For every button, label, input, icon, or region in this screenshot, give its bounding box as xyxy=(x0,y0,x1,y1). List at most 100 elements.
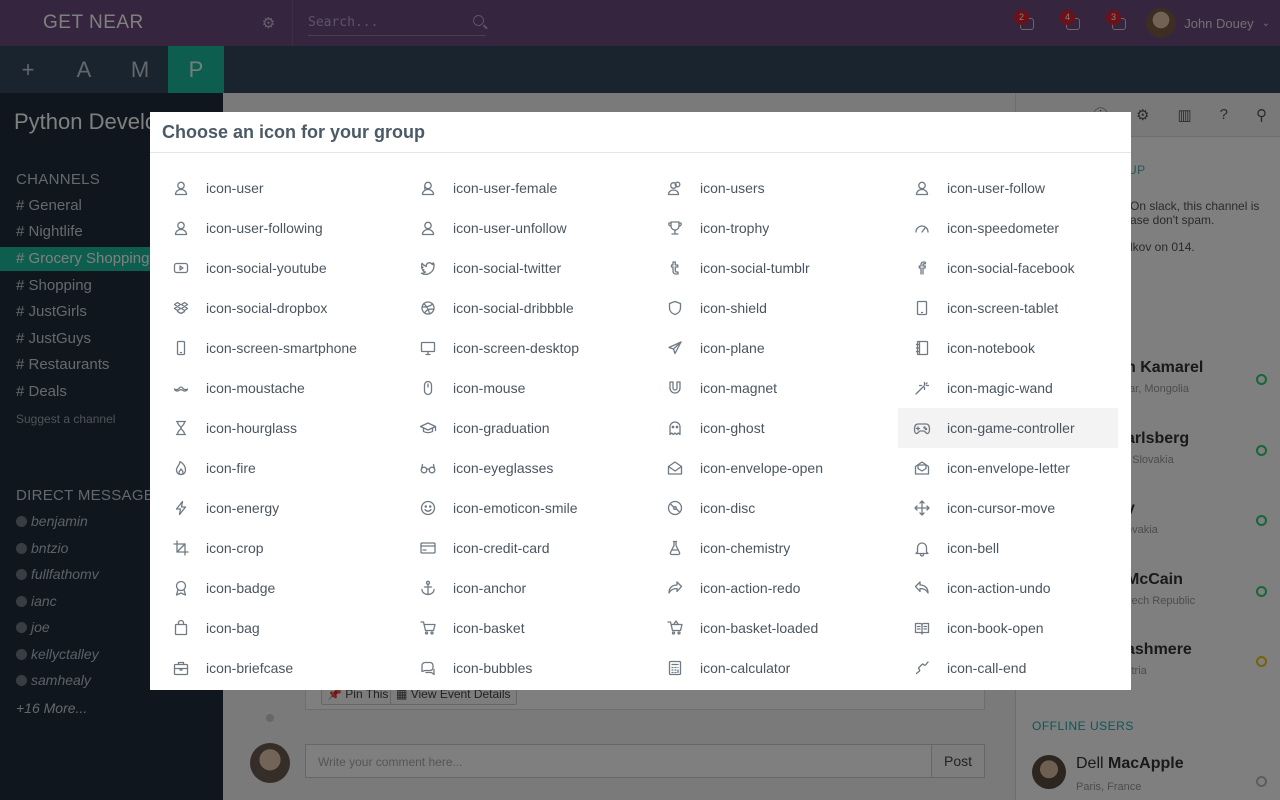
notebook-icon xyxy=(915,340,929,356)
icon-option-action-undo[interactable]: icon-action-undo xyxy=(911,568,1118,608)
icon-option-social-youtube[interactable]: icon-social-youtube xyxy=(170,248,417,288)
user-icon xyxy=(174,181,188,196)
icon-option-users[interactable]: icon-users xyxy=(664,168,911,208)
moustache-icon xyxy=(173,386,189,392)
icon-option-bubbles[interactable]: icon-bubbles xyxy=(417,648,664,688)
badge-icon xyxy=(175,580,187,596)
icon-option-badge[interactable]: icon-badge xyxy=(170,568,417,608)
ghost-icon xyxy=(669,421,681,436)
social-tumblr-icon xyxy=(670,261,679,275)
icon-option-social-facebook[interactable]: icon-social-facebook xyxy=(911,248,1118,288)
icon-option-screen-smartphone[interactable]: icon-screen-smartphone xyxy=(170,328,417,368)
disc-icon xyxy=(667,500,683,516)
icon-option-social-twitter[interactable]: icon-social-twitter xyxy=(417,248,664,288)
icon-option-user-following[interactable]: icon-user-following xyxy=(170,208,417,248)
icon-option-user-unfollow[interactable]: icon-user-unfollow xyxy=(417,208,664,248)
icon-option-call-end[interactable]: icon-call-end xyxy=(911,648,1118,688)
screen-desktop-icon xyxy=(420,341,436,356)
icon-option-social-dribbble[interactable]: icon-social-dribbble xyxy=(417,288,664,328)
users-icon xyxy=(667,181,681,196)
icon-option-magic-wand[interactable]: icon-magic-wand xyxy=(911,368,1118,408)
icon-option-calculator[interactable]: icon-calculator xyxy=(664,648,911,688)
icon-option-social-tumblr[interactable]: icon-social-tumblr xyxy=(664,248,911,288)
icon-option-bell[interactable]: icon-bell xyxy=(911,528,1118,568)
icon-option-shield[interactable]: icon-shield xyxy=(664,288,911,328)
energy-icon xyxy=(175,500,187,516)
cursor-move-icon xyxy=(914,500,930,516)
icon-option-user-follow[interactable]: icon-user-follow xyxy=(911,168,1118,208)
icon-option-label: icon-envelope-open xyxy=(700,460,823,476)
icon-option-label: icon-basket xyxy=(453,620,525,636)
icon-option-mouse[interactable]: icon-mouse xyxy=(417,368,664,408)
icon-option-ghost[interactable]: icon-ghost xyxy=(664,408,911,448)
icon-option-bag[interactable]: icon-bag xyxy=(170,608,417,648)
icon-option-moustache[interactable]: icon-moustache xyxy=(170,368,417,408)
icon-option-label: icon-trophy xyxy=(700,220,770,236)
icon-option-label: icon-action-redo xyxy=(700,580,801,596)
emoticon-smile-icon xyxy=(420,500,436,516)
icon-picker-modal: Choose an icon for your group icon-user i… xyxy=(150,112,1131,690)
icon-option-label: icon-chemistry xyxy=(700,540,791,556)
basket-icon xyxy=(420,621,436,635)
icon-option-label: icon-bag xyxy=(206,620,260,636)
icon-option-graduation[interactable]: icon-graduation xyxy=(417,408,664,448)
icon-option-trophy[interactable]: icon-trophy xyxy=(664,208,911,248)
icon-option-disc[interactable]: icon-disc xyxy=(664,488,911,528)
eyeglasses-icon xyxy=(420,463,436,474)
credit-card-icon xyxy=(420,542,436,554)
icon-option-label: icon-social-youtube xyxy=(206,260,327,276)
icon-option-fire[interactable]: icon-fire xyxy=(170,448,417,488)
icon-option-label: icon-users xyxy=(700,180,765,196)
icon-option-label: icon-disc xyxy=(700,500,756,516)
icon-option-hourglass[interactable]: icon-hourglass xyxy=(170,408,417,448)
bell-icon xyxy=(915,542,929,557)
icon-option-screen-tablet[interactable]: icon-screen-tablet xyxy=(911,288,1118,328)
icon-option-briefcase[interactable]: icon-briefcase xyxy=(170,648,417,688)
icon-option-label: icon-shield xyxy=(700,300,767,316)
icon-option-plane[interactable]: icon-plane xyxy=(664,328,911,368)
envelope-open-icon xyxy=(667,461,683,475)
icon-option-label: icon-bubbles xyxy=(453,660,533,676)
icon-option-notebook[interactable]: icon-notebook xyxy=(911,328,1118,368)
icon-option-anchor[interactable]: icon-anchor xyxy=(417,568,664,608)
screen-smartphone-icon xyxy=(176,340,186,356)
icon-option-label: icon-user-following xyxy=(206,220,323,236)
icon-option-crop[interactable]: icon-crop xyxy=(170,528,417,568)
icon-option-magnet[interactable]: icon-magnet xyxy=(664,368,911,408)
crop-icon xyxy=(173,540,189,556)
icon-option-speedometer[interactable]: icon-speedometer xyxy=(911,208,1118,248)
icon-option-label: icon-book-open xyxy=(947,620,1044,636)
icon-option-energy[interactable]: icon-energy xyxy=(170,488,417,528)
icon-option-envelope-open[interactable]: icon-envelope-open xyxy=(664,448,911,488)
icon-option-label: icon-basket-loaded xyxy=(700,620,819,636)
icon-option-action-redo[interactable]: icon-action-redo xyxy=(664,568,911,608)
icon-option-book-open[interactable]: icon-book-open xyxy=(911,608,1118,648)
icon-option-label: icon-briefcase xyxy=(206,660,294,676)
icon-option-label: icon-eyeglasses xyxy=(453,460,554,476)
modal-title: Choose an icon for your group xyxy=(162,121,426,142)
icon-option-label: icon-speedometer xyxy=(947,220,1060,236)
icon-option-screen-desktop[interactable]: icon-screen-desktop xyxy=(417,328,664,368)
icon-option-label: icon-social-twitter xyxy=(453,260,562,276)
icon-option-game-controller[interactable]: icon-game-controller xyxy=(898,408,1118,448)
icon-option-emoticon-smile[interactable]: icon-emoticon-smile xyxy=(417,488,664,528)
icon-option-cursor-move[interactable]: icon-cursor-move xyxy=(911,488,1118,528)
icon-option-eyeglasses[interactable]: icon-eyeglasses xyxy=(417,448,664,488)
briefcase-icon xyxy=(173,661,189,676)
icon-option-basket-loaded[interactable]: icon-basket-loaded xyxy=(664,608,911,648)
icon-option-basket[interactable]: icon-basket xyxy=(417,608,664,648)
icon-option-user-female[interactable]: icon-user-female xyxy=(417,168,664,208)
icon-option-envelope-letter[interactable]: icon-envelope-letter xyxy=(911,448,1118,488)
icon-option-label: icon-hourglass xyxy=(206,420,298,436)
game-controller-icon xyxy=(913,423,931,435)
icon-option-label: icon-energy xyxy=(206,500,280,516)
icon-option-user[interactable]: icon-user xyxy=(170,168,417,208)
icon-option-social-dropbox[interactable]: icon-social-dropbox xyxy=(170,288,417,328)
hourglass-icon xyxy=(175,420,187,436)
icon-option-credit-card[interactable]: icon-credit-card xyxy=(417,528,664,568)
icon-option-chemistry[interactable]: icon-chemistry xyxy=(664,528,911,568)
icon-option-label: icon-calculator xyxy=(700,660,791,676)
trophy-icon xyxy=(668,221,682,235)
speedometer-icon xyxy=(915,225,929,233)
user-follow-icon xyxy=(915,181,929,196)
